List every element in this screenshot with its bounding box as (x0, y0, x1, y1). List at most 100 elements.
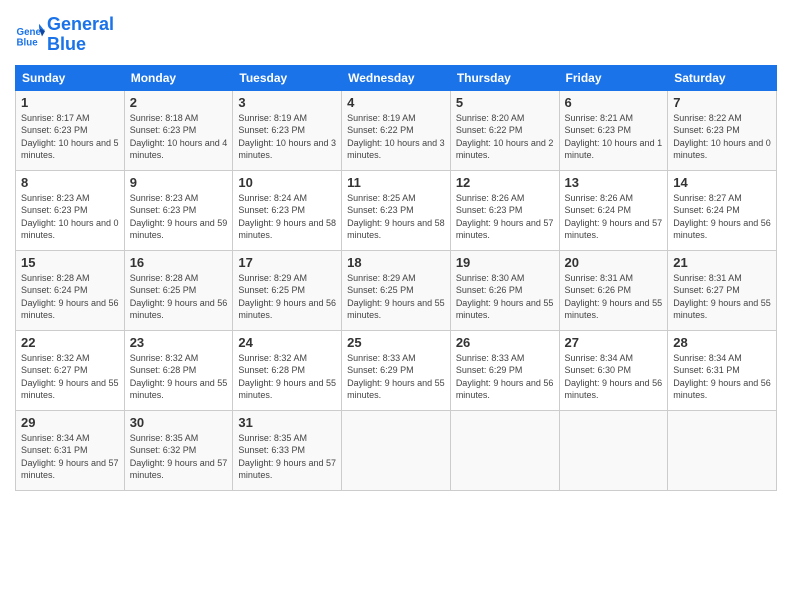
day-number: 3 (238, 95, 336, 110)
calendar-cell: 17 Sunrise: 8:29 AM Sunset: 6:25 PM Dayl… (233, 250, 342, 330)
calendar-cell: 23 Sunrise: 8:32 AM Sunset: 6:28 PM Dayl… (124, 330, 233, 410)
calendar-cell: 10 Sunrise: 8:24 AM Sunset: 6:23 PM Dayl… (233, 170, 342, 250)
day-info: Sunrise: 8:35 AM Sunset: 6:32 PM Dayligh… (130, 432, 228, 482)
weekday-header: Sunday (16, 65, 125, 90)
day-info: Sunrise: 8:29 AM Sunset: 6:25 PM Dayligh… (347, 272, 445, 322)
calendar-cell: 2 Sunrise: 8:18 AM Sunset: 6:23 PM Dayli… (124, 90, 233, 170)
day-number: 11 (347, 175, 445, 190)
calendar-cell: 9 Sunrise: 8:23 AM Sunset: 6:23 PM Dayli… (124, 170, 233, 250)
calendar-cell: 6 Sunrise: 8:21 AM Sunset: 6:23 PM Dayli… (559, 90, 668, 170)
header: General Blue General Blue (15, 15, 777, 55)
day-info: Sunrise: 8:33 AM Sunset: 6:29 PM Dayligh… (347, 352, 445, 402)
calendar-week-row: 15 Sunrise: 8:28 AM Sunset: 6:24 PM Dayl… (16, 250, 777, 330)
day-number: 5 (456, 95, 554, 110)
day-info: Sunrise: 8:25 AM Sunset: 6:23 PM Dayligh… (347, 192, 445, 242)
day-info: Sunrise: 8:32 AM Sunset: 6:28 PM Dayligh… (130, 352, 228, 402)
calendar-table: SundayMondayTuesdayWednesdayThursdayFrid… (15, 65, 777, 491)
day-info: Sunrise: 8:26 AM Sunset: 6:24 PM Dayligh… (565, 192, 663, 242)
day-info: Sunrise: 8:28 AM Sunset: 6:25 PM Dayligh… (130, 272, 228, 322)
day-number: 14 (673, 175, 771, 190)
day-info: Sunrise: 8:20 AM Sunset: 6:22 PM Dayligh… (456, 112, 554, 162)
calendar-cell: 20 Sunrise: 8:31 AM Sunset: 6:26 PM Dayl… (559, 250, 668, 330)
day-info: Sunrise: 8:21 AM Sunset: 6:23 PM Dayligh… (565, 112, 663, 162)
day-info: Sunrise: 8:31 AM Sunset: 6:27 PM Dayligh… (673, 272, 771, 322)
calendar-cell: 19 Sunrise: 8:30 AM Sunset: 6:26 PM Dayl… (450, 250, 559, 330)
calendar-cell: 28 Sunrise: 8:34 AM Sunset: 6:31 PM Dayl… (668, 330, 777, 410)
day-info: Sunrise: 8:23 AM Sunset: 6:23 PM Dayligh… (130, 192, 228, 242)
day-info: Sunrise: 8:30 AM Sunset: 6:26 PM Dayligh… (456, 272, 554, 322)
calendar-cell: 25 Sunrise: 8:33 AM Sunset: 6:29 PM Dayl… (342, 330, 451, 410)
day-number: 31 (238, 415, 336, 430)
calendar-cell: 15 Sunrise: 8:28 AM Sunset: 6:24 PM Dayl… (16, 250, 125, 330)
logo: General Blue General Blue (15, 15, 114, 55)
calendar-cell: 13 Sunrise: 8:26 AM Sunset: 6:24 PM Dayl… (559, 170, 668, 250)
day-number: 6 (565, 95, 663, 110)
calendar-cell (450, 410, 559, 490)
day-number: 19 (456, 255, 554, 270)
day-number: 22 (21, 335, 119, 350)
day-number: 4 (347, 95, 445, 110)
day-number: 29 (21, 415, 119, 430)
calendar-cell: 4 Sunrise: 8:19 AM Sunset: 6:22 PM Dayli… (342, 90, 451, 170)
day-info: Sunrise: 8:23 AM Sunset: 6:23 PM Dayligh… (21, 192, 119, 242)
day-info: Sunrise: 8:34 AM Sunset: 6:31 PM Dayligh… (21, 432, 119, 482)
day-number: 23 (130, 335, 228, 350)
day-info: Sunrise: 8:22 AM Sunset: 6:23 PM Dayligh… (673, 112, 771, 162)
calendar-cell (559, 410, 668, 490)
day-number: 8 (21, 175, 119, 190)
day-number: 28 (673, 335, 771, 350)
calendar-cell: 3 Sunrise: 8:19 AM Sunset: 6:23 PM Dayli… (233, 90, 342, 170)
weekday-header: Monday (124, 65, 233, 90)
day-info: Sunrise: 8:19 AM Sunset: 6:22 PM Dayligh… (347, 112, 445, 162)
calendar-cell: 5 Sunrise: 8:20 AM Sunset: 6:22 PM Dayli… (450, 90, 559, 170)
day-info: Sunrise: 8:34 AM Sunset: 6:31 PM Dayligh… (673, 352, 771, 402)
day-info: Sunrise: 8:27 AM Sunset: 6:24 PM Dayligh… (673, 192, 771, 242)
day-info: Sunrise: 8:24 AM Sunset: 6:23 PM Dayligh… (238, 192, 336, 242)
weekday-header: Thursday (450, 65, 559, 90)
day-number: 30 (130, 415, 228, 430)
calendar-week-row: 29 Sunrise: 8:34 AM Sunset: 6:31 PM Dayl… (16, 410, 777, 490)
weekday-header: Wednesday (342, 65, 451, 90)
day-info: Sunrise: 8:32 AM Sunset: 6:28 PM Dayligh… (238, 352, 336, 402)
day-info: Sunrise: 8:29 AM Sunset: 6:25 PM Dayligh… (238, 272, 336, 322)
logo-text: General Blue (47, 15, 114, 55)
day-number: 24 (238, 335, 336, 350)
logo-icon: General Blue (15, 20, 45, 50)
calendar-header-row: SundayMondayTuesdayWednesdayThursdayFrid… (16, 65, 777, 90)
calendar-cell: 27 Sunrise: 8:34 AM Sunset: 6:30 PM Dayl… (559, 330, 668, 410)
weekday-header: Friday (559, 65, 668, 90)
day-number: 13 (565, 175, 663, 190)
day-info: Sunrise: 8:17 AM Sunset: 6:23 PM Dayligh… (21, 112, 119, 162)
calendar-cell: 7 Sunrise: 8:22 AM Sunset: 6:23 PM Dayli… (668, 90, 777, 170)
day-info: Sunrise: 8:34 AM Sunset: 6:30 PM Dayligh… (565, 352, 663, 402)
weekday-header: Tuesday (233, 65, 342, 90)
day-number: 12 (456, 175, 554, 190)
day-number: 26 (456, 335, 554, 350)
calendar-cell: 26 Sunrise: 8:33 AM Sunset: 6:29 PM Dayl… (450, 330, 559, 410)
calendar-cell: 30 Sunrise: 8:35 AM Sunset: 6:32 PM Dayl… (124, 410, 233, 490)
day-number: 2 (130, 95, 228, 110)
calendar-cell: 1 Sunrise: 8:17 AM Sunset: 6:23 PM Dayli… (16, 90, 125, 170)
svg-text:Blue: Blue (17, 37, 39, 48)
calendar-cell: 14 Sunrise: 8:27 AM Sunset: 6:24 PM Dayl… (668, 170, 777, 250)
day-number: 15 (21, 255, 119, 270)
day-number: 21 (673, 255, 771, 270)
day-number: 18 (347, 255, 445, 270)
day-number: 27 (565, 335, 663, 350)
day-number: 20 (565, 255, 663, 270)
calendar-cell: 24 Sunrise: 8:32 AM Sunset: 6:28 PM Dayl… (233, 330, 342, 410)
calendar-cell: 16 Sunrise: 8:28 AM Sunset: 6:25 PM Dayl… (124, 250, 233, 330)
day-info: Sunrise: 8:18 AM Sunset: 6:23 PM Dayligh… (130, 112, 228, 162)
calendar-cell: 11 Sunrise: 8:25 AM Sunset: 6:23 PM Dayl… (342, 170, 451, 250)
day-info: Sunrise: 8:31 AM Sunset: 6:26 PM Dayligh… (565, 272, 663, 322)
calendar-cell: 29 Sunrise: 8:34 AM Sunset: 6:31 PM Dayl… (16, 410, 125, 490)
day-number: 16 (130, 255, 228, 270)
calendar-cell: 22 Sunrise: 8:32 AM Sunset: 6:27 PM Dayl… (16, 330, 125, 410)
day-number: 17 (238, 255, 336, 270)
day-number: 10 (238, 175, 336, 190)
calendar-week-row: 22 Sunrise: 8:32 AM Sunset: 6:27 PM Dayl… (16, 330, 777, 410)
day-info: Sunrise: 8:28 AM Sunset: 6:24 PM Dayligh… (21, 272, 119, 322)
day-number: 7 (673, 95, 771, 110)
day-number: 1 (21, 95, 119, 110)
day-info: Sunrise: 8:35 AM Sunset: 6:33 PM Dayligh… (238, 432, 336, 482)
